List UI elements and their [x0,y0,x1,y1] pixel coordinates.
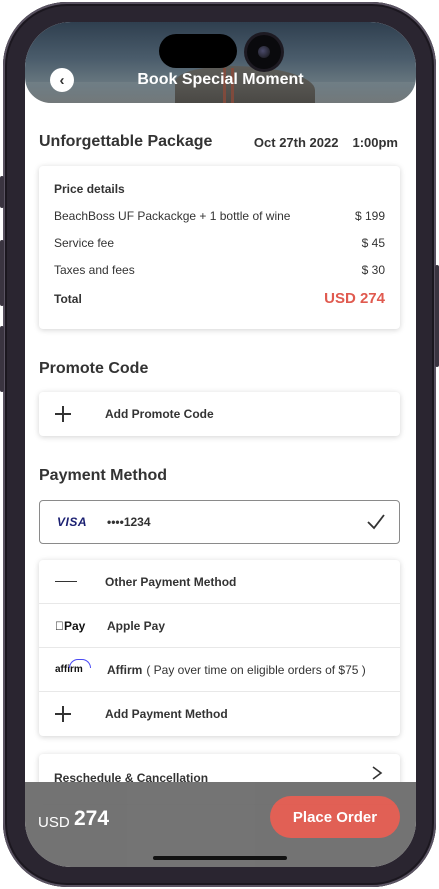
add-payment-method-button[interactable]: Add Payment Method [39,692,400,736]
plus-icon [55,706,71,722]
visa-logo-icon: VISA [57,515,88,529]
add-promote-code-button[interactable]: Add Promote Code [39,392,400,436]
camera-lens [247,35,281,69]
home-indicator [153,856,287,860]
selected-card[interactable]: VISA ••••1234 [39,500,400,544]
add-payment-method-label: Add Payment Method [105,707,228,721]
other-payment-method-toggle[interactable]: Other Payment Method [39,560,400,604]
card-number: ••••1234 [107,515,151,529]
price-details-title: Price details [54,182,125,196]
price-line-amount: $ 45 [361,236,385,250]
apple-logo-icon:  [55,619,64,633]
place-order-button[interactable]: Place Order [270,796,400,838]
package-date: Oct 27th 2022 [253,134,339,150]
price-line-label: Service fee [54,236,115,250]
price-details-card: Price details BeachBoss UF Packackge + 1… [39,166,400,329]
page-title: Book Special Moment [137,71,304,88]
price-line-amount: $ 30 [361,263,385,277]
side-button-left-1 [0,176,4,208]
plus-icon [55,406,71,422]
checkout-bar: USD 274 Place Order [25,782,416,867]
total-amount: USD 274 [324,290,385,307]
package-title: Unforgettable Package [39,133,213,150]
total-line: Total USD 274 [54,290,385,307]
payment-methods-list: Other Payment Method Pay Apple Pay affi… [39,560,400,736]
checkmark-icon [367,514,385,530]
package-time: 1:00pm [352,134,398,150]
affirm-option[interactable]: affirm Affirm ( Pay over time on eligibl… [39,648,400,692]
side-button-left-2 [0,240,4,306]
apple-pay-logo-icon: Pay [55,619,91,633]
dynamic-island [159,34,237,68]
apple-pay-label: Apple Pay [107,618,166,633]
chevron-right-icon [372,766,383,780]
price-line-label: Taxes and fees [54,263,135,277]
price-line-amount: $ 199 [354,209,385,223]
affirm-logo-icon: affirm [55,659,91,675]
footer-currency: USD [38,814,70,831]
app-screen: ‹ Book Special Moment Unforgettable Pack… [25,22,416,867]
price-line: BeachBoss UF Packackge + 1 bottle of win… [54,209,385,223]
side-button-right [435,265,439,367]
collapse-dash-icon [55,580,77,583]
affirm-label: Affirm [107,662,143,677]
price-line: Taxes and fees $ 30 [54,263,385,277]
price-line: Service fee $ 45 [54,236,385,250]
apple-pay-option[interactable]: Pay Apple Pay [39,604,400,648]
promote-code-title: Promote Code [39,360,149,377]
package-header: Unforgettable Package Oct 27th 2022 1:00… [39,132,398,152]
price-line-label: BeachBoss UF Packackge + 1 bottle of win… [54,209,291,223]
apple-pay-logo-text: Pay [55,618,85,633]
other-payment-method-label: Other Payment Method [105,574,237,589]
side-button-left-3 [0,326,4,392]
total-label: Total [54,291,82,306]
payment-method-title: Payment Method [39,467,168,484]
add-promote-code-label: Add Promote Code [105,407,214,421]
footer-amount: 274 [74,807,110,830]
affirm-note: ( Pay over time on eligible orders of $7… [146,662,366,677]
